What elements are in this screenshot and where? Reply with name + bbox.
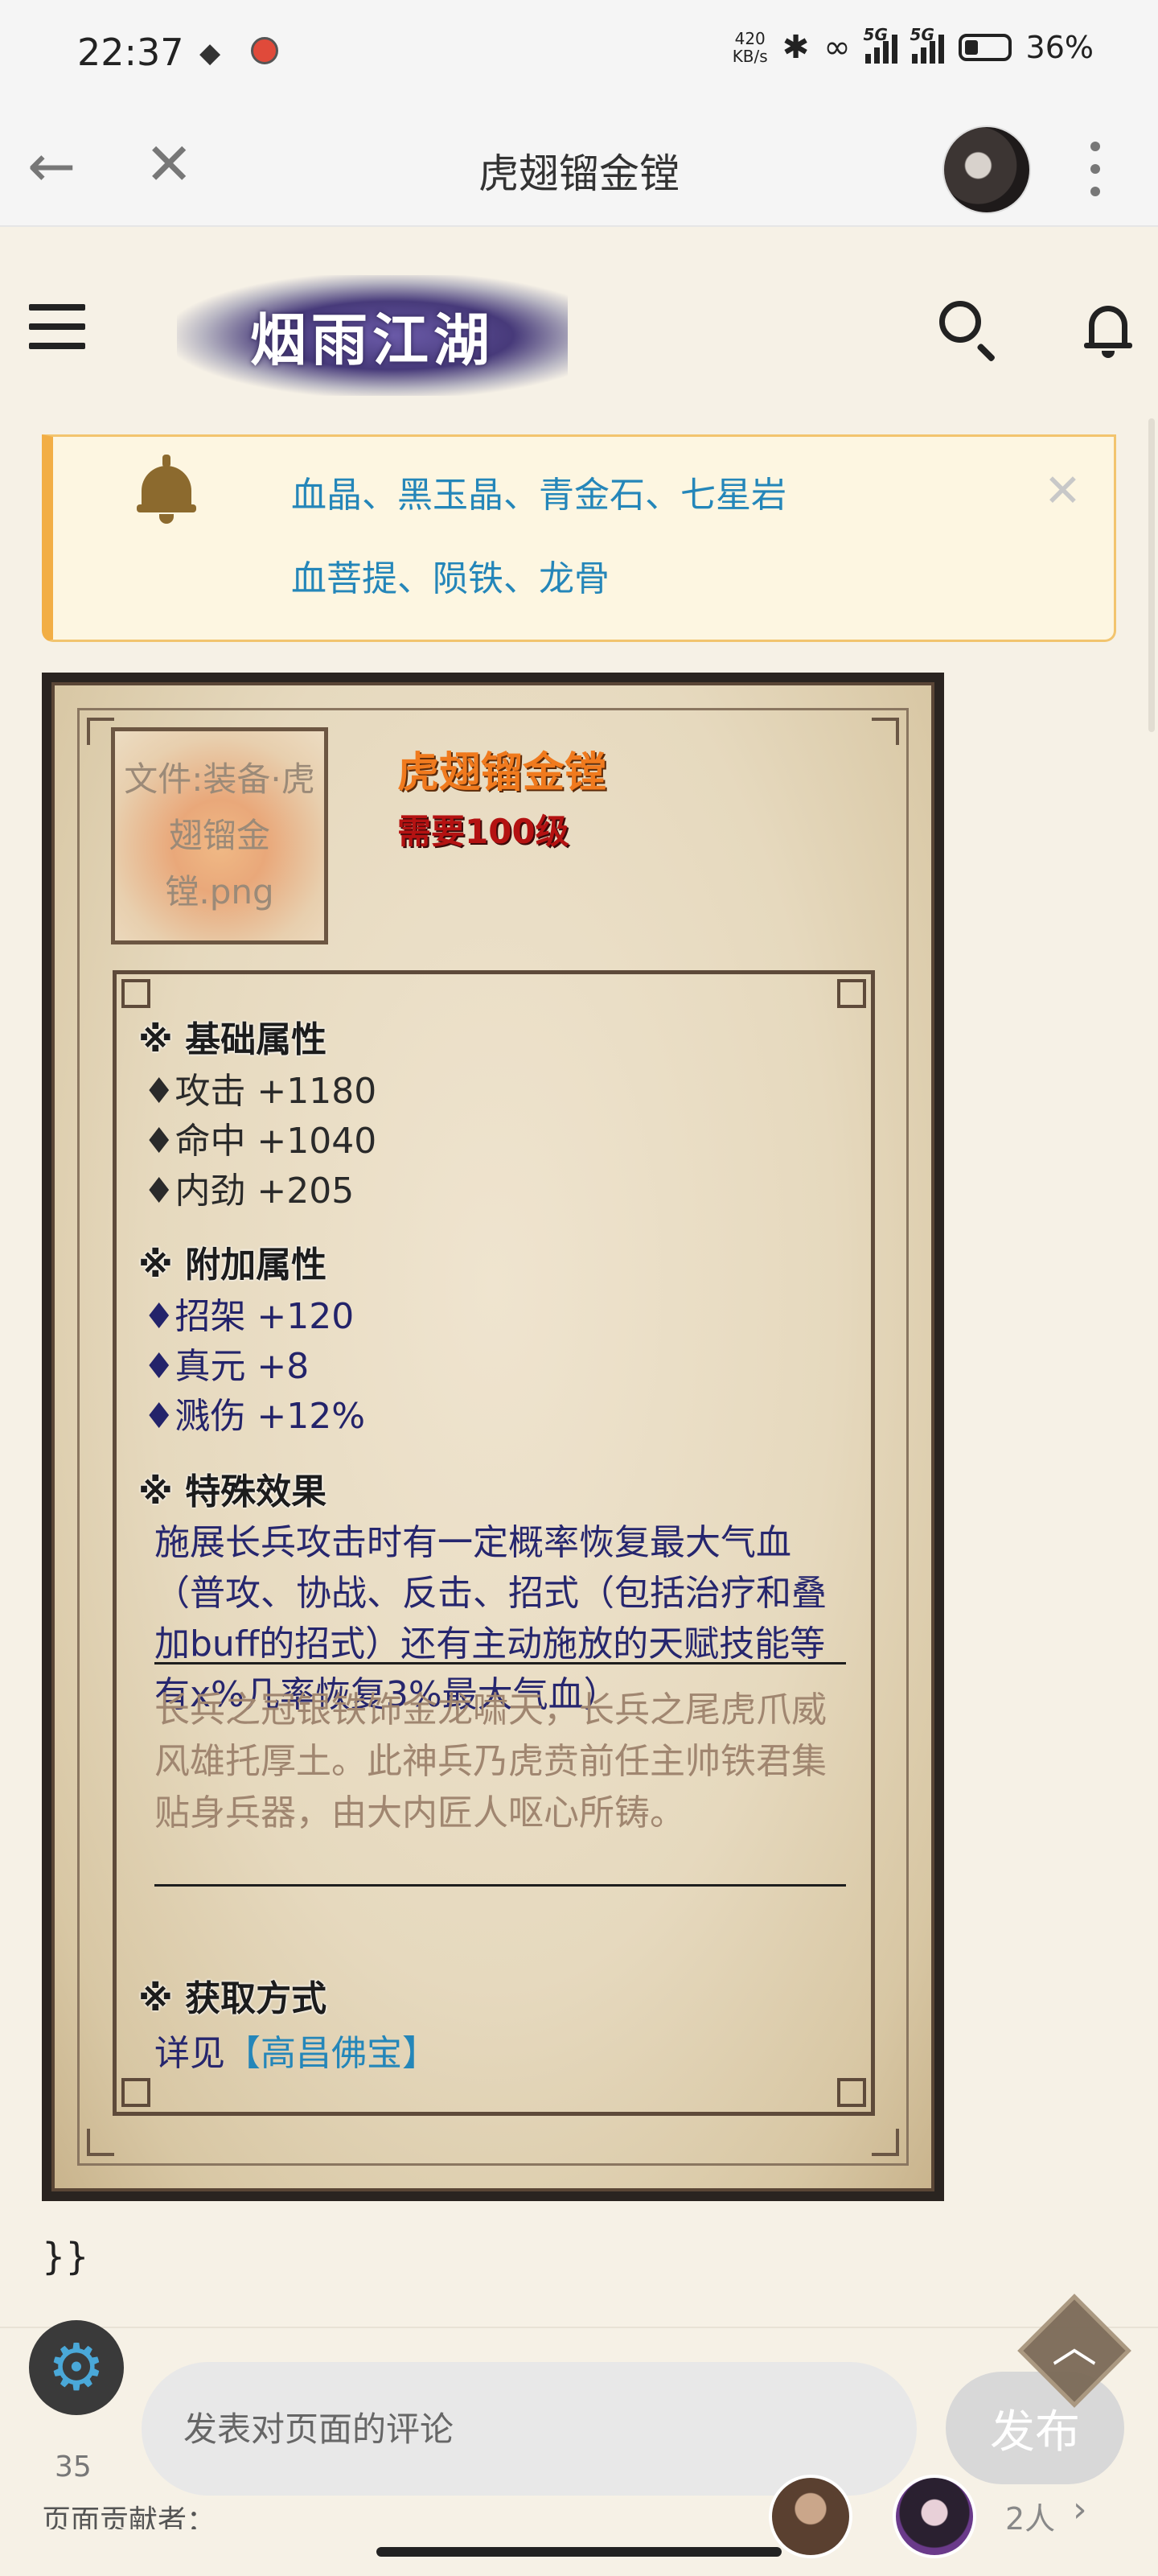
home-indicator[interactable] [376, 2547, 782, 2557]
network-speed-unit: KB/s [732, 47, 768, 66]
search-icon[interactable] [939, 301, 981, 343]
like-count: 35 [55, 2450, 92, 2483]
acquire-method: 详见【高昌佛宝】 [154, 2024, 437, 2076]
app-notification-icon [251, 37, 278, 64]
item-name: 虎翅镏金镗 [397, 749, 607, 797]
status-right: 420 KB/s ✱ ∞ 5G 5G 36% [733, 25, 1094, 66]
special-effect-title: ※ 特殊效果 [138, 1471, 327, 1512]
extra-stat: ♦真元 +8 [143, 1346, 310, 1387]
extra-attributes-title: ※ 附加属性 [138, 1245, 327, 1286]
frame-corner [87, 2129, 114, 2156]
status-bar: 22:37 ◆ 420 KB/s ✱ ∞ 5G 5G 36% [0, 0, 1158, 109]
notice-line-2[interactable]: 血菩提、陨铁、龙骨 [291, 549, 610, 601]
divider [154, 1884, 846, 1887]
closing-braces: }} [42, 2235, 89, 2278]
signal-5g-2-icon: 5G [910, 25, 944, 64]
close-notice-icon[interactable]: ✕ [1044, 469, 1082, 514]
extra-stat: ♦招架 +120 [143, 1296, 355, 1337]
contributor-avatar[interactable] [769, 2475, 852, 2558]
layers-icon: ◆ [199, 37, 221, 69]
battery-percent: 36% [1025, 30, 1094, 65]
notification-bell-icon[interactable] [1084, 302, 1132, 359]
network-speed-value: 420 [734, 29, 766, 48]
frame-corner [872, 2129, 899, 2156]
frame-corner [87, 718, 114, 745]
item-card: 文件:装备·虎翅镏金镗.png 虎翅镏金镗 需要100级 ※ 基础属性 ♦攻击 … [42, 673, 944, 2201]
item-card-paper: 文件:装备·虎翅镏金镗.png 虎翅镏金镗 需要100级 ※ 基础属性 ♦攻击 … [51, 682, 934, 2191]
base-stat: ♦命中 +1040 [143, 1121, 377, 1162]
base-attributes-title: ※ 基础属性 [138, 1019, 327, 1060]
item-requirement: 需要100级 [397, 812, 569, 851]
menu-icon[interactable] [29, 304, 85, 362]
notice-line-1[interactable]: 血晶、黑玉晶、青金石、七星岩 [291, 466, 786, 517]
contributors-label: 页面贡献者： [42, 2504, 216, 2529]
contributors-count[interactable]: 2人 [1005, 2494, 1055, 2538]
extra-stat: ♦溅伤 +12% [143, 1396, 366, 1437]
item-image-alt: 文件:装备·虎翅镏金镗.png [124, 759, 315, 911]
gear-icon[interactable]: ⚙ [29, 2320, 124, 2415]
base-stat: ♦攻击 +1180 [143, 1071, 377, 1112]
chevron-right-icon[interactable]: › [1073, 2489, 1087, 2530]
acquire-title: ※ 获取方式 [138, 1978, 327, 2019]
bluetooth-icon: ✱ [782, 29, 810, 66]
item-lore: 长兵之冠银铁饰金龙啸天，长兵之尾虎爪威风雄托厚土。此神兵乃虎贲前任主帅铁君集贴身… [154, 1689, 827, 1833]
signal-label-2: 5G [910, 25, 934, 44]
frame-corner [872, 718, 899, 745]
link-icon: ∞ [823, 29, 851, 66]
status-time: 22:37 [77, 31, 184, 74]
network-speed: 420 KB/s [733, 30, 768, 65]
battery-icon [958, 34, 1012, 61]
app-bar: ← ✕ 虎翅镏金镗 [0, 109, 1158, 227]
chevron-up-icon[interactable]: ︿ [1050, 2323, 1098, 2372]
user-avatar[interactable] [942, 126, 1031, 214]
site-logo-text: 烟雨江湖 [250, 306, 495, 373]
scrollbar[interactable] [1148, 418, 1155, 732]
bell-icon [137, 455, 196, 527]
publish-button[interactable]: 发布 [946, 2372, 1124, 2484]
contributor-avatar[interactable] [893, 2475, 976, 2558]
site-logo[interactable]: 烟雨江湖 [177, 275, 568, 396]
acquire-prefix: 详见 [154, 2033, 225, 2074]
signal-5g-1-icon: 5G [864, 25, 897, 64]
more-vertical-icon[interactable] [1087, 142, 1103, 209]
notice-banner: 血晶、黑玉晶、青金石、七星岩 血菩提、陨铁、龙骨 ✕ [42, 434, 1116, 642]
item-image-placeholder[interactable]: 文件:装备·虎翅镏金镗.png [111, 727, 328, 944]
signal-label-1: 5G [863, 25, 888, 44]
site-header: 烟雨江湖 [0, 227, 1158, 420]
divider [154, 1662, 846, 1665]
base-stat: ♦内劲 +205 [143, 1171, 355, 1212]
acquire-link[interactable]: 【高昌佛宝】 [225, 2033, 437, 2074]
